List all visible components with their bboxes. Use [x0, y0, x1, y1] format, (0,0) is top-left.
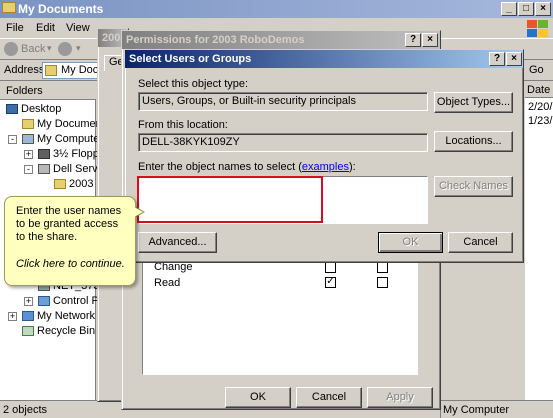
close-button[interactable]: × [535, 2, 551, 16]
help-button[interactable]: ? [489, 52, 505, 66]
collapse-icon[interactable]: - [24, 165, 33, 174]
permissions-title: Permissions for 2003 RoboDemos [122, 31, 440, 49]
menu-file[interactable]: File [6, 22, 24, 34]
object-types-button[interactable]: Object Types... [434, 92, 513, 113]
network-icon [22, 311, 34, 322]
advanced-button[interactable]: Advanced... [138, 232, 217, 253]
cancel-button[interactable]: Cancel [448, 232, 513, 253]
status-location: My Computer [443, 404, 510, 416]
recycle-bin-icon [22, 326, 34, 337]
folder-icon [22, 119, 34, 130]
back-button[interactable]: Back [21, 43, 45, 55]
location-field: DELL-38KYK109ZY [138, 133, 428, 152]
highlight-box[interactable] [137, 176, 323, 223]
tutorial-callout[interactable]: Enter the user names to be granted acces… [4, 196, 136, 286]
menu-edit[interactable]: Edit [36, 22, 55, 34]
windows-logo-icon [527, 20, 548, 37]
select-users-titlebar: Select Users or Groups [125, 50, 523, 68]
folder-icon [54, 179, 66, 190]
computer-icon [22, 134, 34, 145]
desktop-icon [6, 104, 18, 115]
list-item-date: 1/23/2 [528, 115, 553, 127]
object-names-label-suffix: ): [348, 161, 356, 173]
control-panel-icon [38, 296, 50, 307]
object-names-label: Enter the object names to select (exampl… [138, 161, 356, 173]
status-objects: 2 objects [3, 404, 48, 416]
tree-item-recycle-bin[interactable]: Recycle Bin [22, 325, 95, 339]
close-button[interactable]: × [422, 33, 438, 47]
apply-button[interactable]: Apply [367, 387, 433, 408]
permissions-title-text: Permissions for 2003 RoboDemos [126, 34, 305, 46]
menu-view[interactable]: View [66, 22, 90, 34]
list-item-date: 2/20/2 [528, 101, 553, 113]
explorer-titlebar: My Documents _ □ × [0, 0, 553, 18]
callout-pointer-inner [134, 207, 143, 217]
examples-link[interactable]: examples [302, 161, 349, 173]
select-users-title: Select Users or Groups [129, 53, 252, 65]
tree-item-2003[interactable]: 2003 [54, 178, 93, 192]
minimize-button[interactable]: _ [501, 2, 517, 16]
maximize-button[interactable]: □ [518, 2, 534, 16]
address-label: Address [4, 64, 45, 76]
tree-label: 2003 [69, 178, 94, 190]
cancel-button[interactable]: Cancel [296, 387, 362, 408]
floppy-icon [38, 149, 50, 160]
forward-dropdown-icon[interactable]: ▾ [76, 43, 81, 54]
close-button[interactable]: × [506, 52, 522, 66]
expand-icon[interactable]: + [24, 150, 33, 159]
explorer-title: My Documents [18, 2, 104, 16]
folder-icon [2, 2, 16, 13]
tree-item-floppy[interactable]: 3½ Floppy [38, 148, 104, 162]
column-header-date[interactable]: Date M [525, 82, 553, 98]
ok-button[interactable]: OK [378, 232, 443, 253]
permission-row-read: Read [154, 277, 181, 289]
back-dropdown-icon[interactable]: ▾ [47, 43, 52, 54]
tree-label: My Computer [37, 133, 104, 145]
locations-button[interactable]: Locations... [434, 131, 513, 152]
select-users-dialog: Select Users or Groups ? × Select this o… [124, 49, 524, 263]
help-button[interactable]: ? [405, 33, 421, 47]
callout-action[interactable]: Click here to continue. [16, 258, 127, 271]
collapse-icon[interactable]: - [8, 135, 17, 144]
location-label: From this location: [138, 119, 228, 131]
object-names-label-text: Enter the object names to select ( [138, 161, 302, 173]
object-type-field: Users, Groups, or Built-in security prin… [138, 92, 428, 111]
folders-title: Folders [6, 85, 43, 97]
allow-read-checkbox[interactable]: ✓ [325, 277, 336, 288]
tree-item-my-computer[interactable]: My Computer [22, 133, 103, 147]
drive-icon [38, 164, 50, 175]
expand-icon[interactable]: + [8, 312, 17, 321]
forward-arrow-icon[interactable] [58, 42, 72, 56]
ok-button[interactable]: OK [225, 387, 291, 408]
folders-header: Folders [0, 82, 96, 100]
object-type-label: Select this object type: [138, 78, 249, 90]
allow-change-checkbox[interactable] [325, 262, 336, 273]
expand-icon[interactable]: + [24, 297, 33, 306]
permissions-list [142, 257, 418, 375]
deny-change-checkbox[interactable] [377, 262, 388, 273]
folder-icon [45, 65, 57, 76]
tree-label: Recycle Bin [37, 325, 96, 337]
back-arrow-icon [4, 42, 18, 56]
callout-text: Enter the user names to be granted acces… [16, 205, 122, 243]
file-list: Date M 2/20/2 1/23/2 [525, 82, 553, 400]
tree-item-desktop[interactable]: Desktop [6, 103, 61, 117]
check-names-button[interactable]: Check Names [434, 176, 513, 197]
tree-label: Desktop [21, 103, 62, 115]
deny-read-checkbox[interactable] [377, 277, 388, 288]
go-button[interactable]: Go [529, 64, 544, 76]
